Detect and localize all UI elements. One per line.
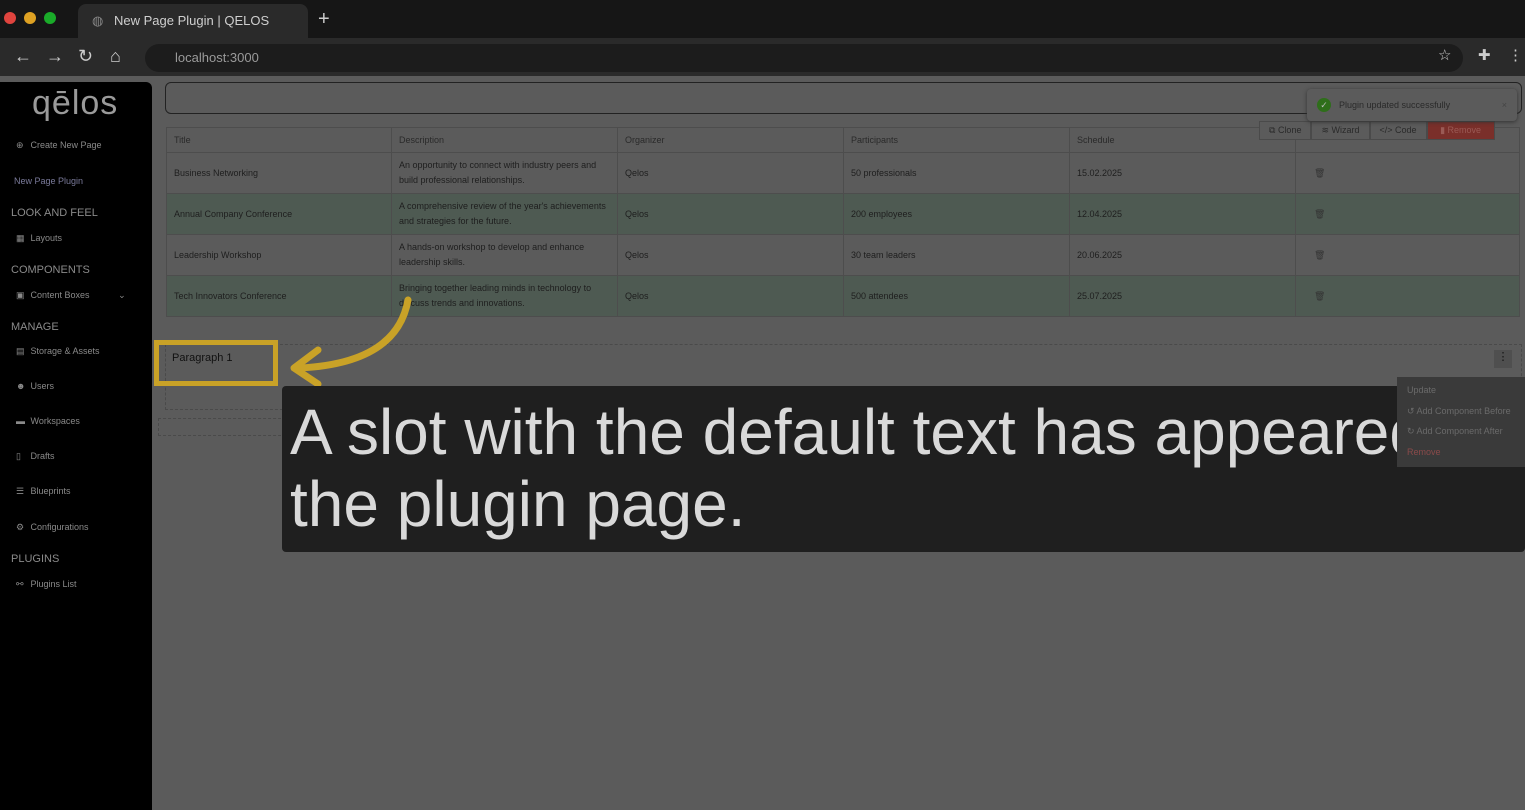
label: Add Component Before	[1416, 406, 1511, 416]
menu-add-before[interactable]: ↺ Add Component Before	[1407, 406, 1511, 417]
caption-box: A slot with the default text has appeare…	[282, 386, 1525, 552]
component-menu: Update ↺ Add Component Before ↻ Add Comp…	[1397, 377, 1525, 467]
label: Add Component After	[1416, 426, 1503, 436]
menu-update[interactable]: Update	[1407, 385, 1436, 395]
menu-remove[interactable]: Remove	[1407, 447, 1441, 457]
arrow-curve	[296, 296, 412, 372]
menu-add-after[interactable]: ↻ Add Component After	[1407, 426, 1503, 437]
